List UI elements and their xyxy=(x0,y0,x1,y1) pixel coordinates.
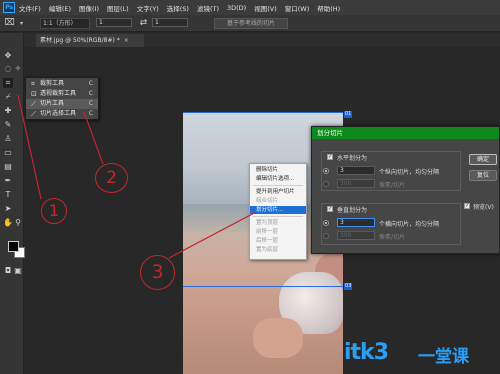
annotation-line-3 xyxy=(168,211,257,259)
annotation-line-1 xyxy=(17,94,42,200)
annotation-circle-1: 1 xyxy=(41,198,67,224)
watermark-main-text: itk3 xyxy=(344,340,389,365)
foreground-color-swatch[interactable] xyxy=(8,241,19,252)
annotation-circle-3: 3 xyxy=(140,255,175,290)
annotation-pointer-lines xyxy=(17,94,257,259)
photoshop-window: Ps 文件(F) 编辑(E) 图像(I) 图层(L) 文字(Y) 选择(S) 滤… xyxy=(0,0,500,374)
watermark-sub-text: 一堂课 xyxy=(418,347,469,367)
itk3-watermark-logo: itk3 一堂课 xyxy=(344,336,500,372)
annotation-line-2 xyxy=(83,111,104,165)
annotation-circle-2: 2 xyxy=(95,163,128,193)
